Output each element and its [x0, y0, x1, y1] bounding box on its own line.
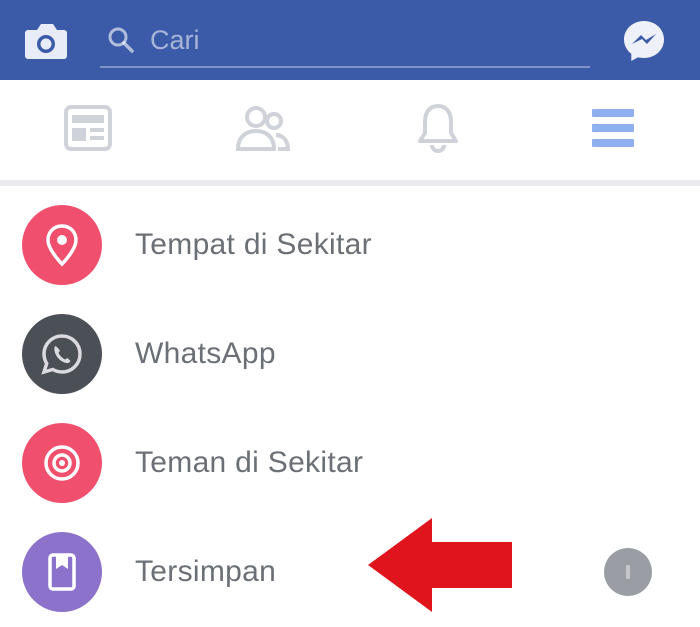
list-item-label: Tersimpan [135, 554, 277, 588]
camera-icon [25, 24, 67, 59]
location-pin-icon [22, 204, 102, 285]
saved-count-badge [604, 547, 652, 596]
search-box[interactable] [100, 14, 590, 68]
nearby-friends-icon [22, 422, 102, 503]
list-item-places-nearby[interactable]: Tempat di Sekitar [0, 190, 700, 299]
news-feed-icon [63, 105, 112, 151]
red-arrow-icon [368, 518, 512, 612]
bell-icon [417, 104, 458, 154]
tab-friends[interactable] [175, 80, 350, 180]
tab-menu[interactable] [525, 80, 700, 180]
top-bar [0, 0, 700, 80]
menu-icon [591, 109, 634, 147]
list-item-saved[interactable]: Tersimpan [0, 517, 700, 626]
messenger-button[interactable] [618, 15, 670, 67]
list-item-label: Teman di Sekitar [135, 445, 364, 479]
friends-icon [235, 106, 290, 151]
list-item-whatsapp[interactable]: WhatsApp [0, 299, 700, 408]
menu-list: Tempat di Sekitar WhatsApp Teman di Seki… [0, 190, 700, 626]
messenger-icon [624, 21, 664, 61]
list-item-label: Tempat di Sekitar [135, 227, 372, 261]
whatsapp-icon [22, 313, 102, 394]
list-item-nearby-friends[interactable]: Teman di Sekitar [0, 408, 700, 517]
tab-notifications[interactable] [350, 80, 525, 180]
saved-bookmark-icon [22, 531, 102, 612]
nav-tabs [0, 80, 700, 186]
search-input[interactable] [138, 19, 590, 61]
facebook-menu-screen: Tempat di Sekitar WhatsApp Teman di Seki… [0, 0, 700, 627]
list-item-label: WhatsApp [135, 336, 276, 370]
tab-news-feed[interactable] [0, 80, 175, 180]
camera-button[interactable] [20, 14, 72, 66]
search-icon [104, 23, 138, 57]
